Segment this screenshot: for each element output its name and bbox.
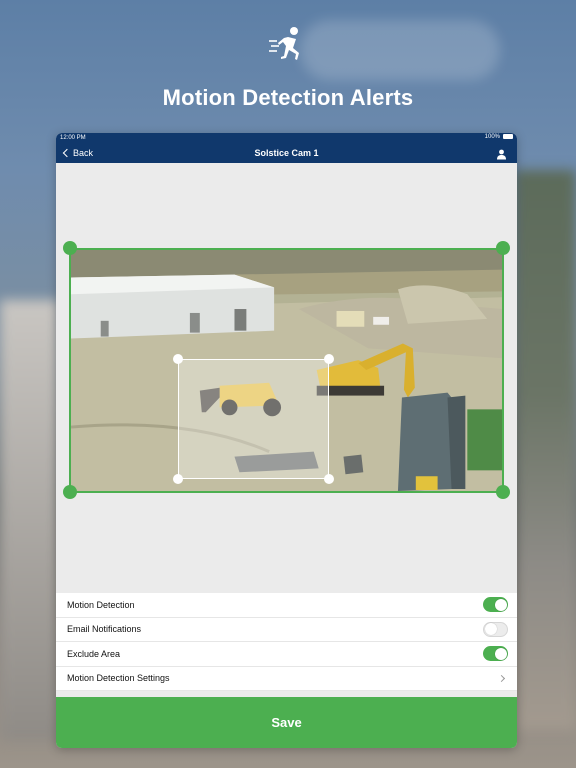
frame-handle-top-left[interactable] xyxy=(63,241,77,255)
frame-handle-bottom-left[interactable] xyxy=(63,485,77,499)
toggle-knob xyxy=(494,647,507,660)
exclude-area-label: Exclude Area xyxy=(67,648,121,659)
chevron-left-icon xyxy=(62,148,72,157)
exclude-handle-bottom-right[interactable] xyxy=(324,474,334,484)
back-label: Back xyxy=(73,147,94,158)
status-bar: 12:00 PM 100% xyxy=(56,133,517,142)
battery-icon xyxy=(503,134,513,140)
toggle-knob xyxy=(494,598,507,611)
exclude-area-box[interactable] xyxy=(178,359,329,479)
email-notifications-label: Email Notifications xyxy=(67,624,142,635)
user-icon[interactable] xyxy=(496,147,507,160)
settings-list: Motion Detection Email Notifications Exc… xyxy=(56,593,517,691)
motion-detection-settings-row[interactable]: Motion Detection Settings xyxy=(56,667,517,691)
page-title: Motion Detection Alerts xyxy=(162,85,414,110)
battery-label: 100% xyxy=(484,134,500,141)
status-battery: 100% xyxy=(484,134,513,141)
running-person-icon xyxy=(266,24,310,68)
back-button[interactable]: Back xyxy=(62,142,93,163)
email-notifications-toggle[interactable] xyxy=(483,621,508,637)
exclude-handle-bottom-left[interactable] xyxy=(173,474,183,484)
frame-handle-bottom-right[interactable] xyxy=(496,485,510,499)
exclude-handle-top-left[interactable] xyxy=(173,354,183,364)
nav-bar: Back Solstice Cam 1 xyxy=(56,142,517,163)
status-time: 12:00 PM xyxy=(60,134,86,141)
exclude-area-row: Exclude Area xyxy=(56,642,517,667)
toggle-knob xyxy=(485,623,497,636)
frame-handle-top-right[interactable] xyxy=(496,241,510,255)
save-button[interactable]: Save xyxy=(56,697,517,748)
email-notifications-row: Email Notifications xyxy=(56,618,517,642)
motion-detection-label: Motion Detection xyxy=(67,599,135,610)
exclude-handle-top-right[interactable] xyxy=(324,354,334,364)
exclude-area-toggle[interactable] xyxy=(483,646,508,662)
camera-title: Solstice Cam 1 xyxy=(254,147,319,158)
hero-header: Motion Detection Alerts xyxy=(0,24,576,111)
motion-detection-row: Motion Detection xyxy=(56,593,517,618)
motion-detection-toggle[interactable] xyxy=(483,597,508,613)
device-screen: 12:00 PM 100% Back Solstice Cam 1 Motion… xyxy=(56,133,517,748)
camera-view-area xyxy=(56,163,517,593)
chevron-right-icon xyxy=(497,674,506,682)
motion-detection-settings-label: Motion Detection Settings xyxy=(67,673,170,684)
